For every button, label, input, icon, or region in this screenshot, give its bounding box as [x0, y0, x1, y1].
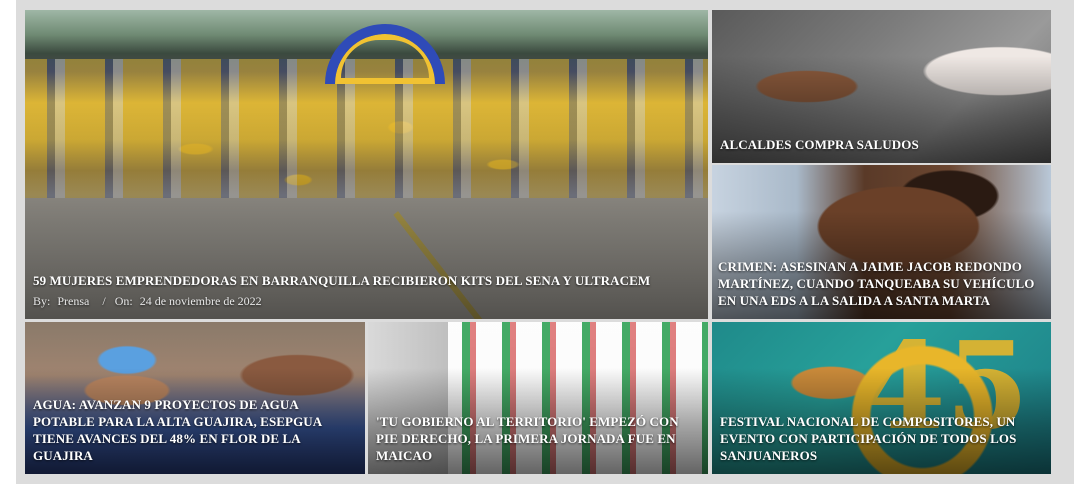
by-label: By:	[33, 294, 51, 308]
article-tile-agua[interactable]: AGUA: AVANZAN 9 PROYECTOS DE AGUA POTABL…	[25, 322, 365, 474]
author-link[interactable]: Prensa	[57, 294, 89, 308]
article-meta: By: Prensa / On: 24 de noviembre de 2022	[33, 294, 266, 309]
article-title[interactable]: ALCALDES COMPRA SALUDOS	[720, 136, 1043, 153]
featured-article-title[interactable]: 59 MUJERES EMPRENDEDORAS EN BARRANQUILLA…	[33, 272, 700, 289]
article-title[interactable]: CRIMEN: ASESINAN A JAIME JACOB REDONDO M…	[718, 258, 1043, 309]
featured-article-tile[interactable]: 59 MUJERES EMPRENDEDORAS EN BARRANQUILLA…	[25, 10, 708, 319]
article-tile-crimen[interactable]: CRIMEN: ASESINAN A JAIME JACOB REDONDO M…	[712, 165, 1051, 319]
article-tile-festival[interactable]: 45 FESTIVAL NACIONAL DE COMPOSITORES, UN…	[712, 322, 1051, 474]
article-title[interactable]: AGUA: AVANZAN 9 PROYECTOS DE AGUA POTABL…	[33, 396, 357, 464]
publish-date: 24 de noviembre de 2022	[139, 294, 262, 308]
article-tile-alcaldes[interactable]: ALCALDES COMPRA SALUDOS	[712, 10, 1051, 163]
on-label: On:	[114, 294, 133, 308]
article-tile-gobierno[interactable]: 'TU GOBIERNO AL TERRITORIO' EMPEZÓ CON P…	[368, 322, 708, 474]
article-title[interactable]: 'TU GOBIERNO AL TERRITORIO' EMPEZÓ CON P…	[376, 413, 700, 464]
article-title[interactable]: FESTIVAL NACIONAL DE COMPOSITORES, UN EV…	[720, 413, 1043, 464]
meta-separator: /	[102, 294, 106, 308]
